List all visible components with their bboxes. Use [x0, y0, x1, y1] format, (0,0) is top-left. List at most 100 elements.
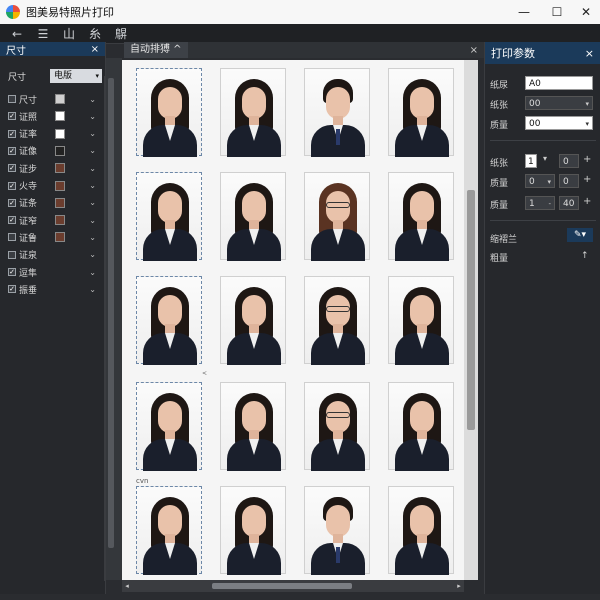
id-photo[interactable]: [388, 68, 454, 157]
chevron-down-icon[interactable]: ⌄: [89, 216, 96, 225]
chevron-down-icon[interactable]: ⌄: [89, 129, 96, 138]
color-swatch[interactable]: [55, 232, 65, 243]
id-photo[interactable]: [220, 382, 286, 471]
chevron-down-icon[interactable]: ⌄: [89, 146, 96, 155]
checkbox[interactable]: ✓: [8, 129, 16, 138]
size-list-item[interactable]: ✓ 火寺 ⌄: [8, 179, 102, 193]
size-list-item[interactable]: ✓ 证步 ⌄: [8, 161, 102, 175]
checkbox[interactable]: ✓: [8, 198, 16, 207]
id-photo[interactable]: [304, 172, 370, 261]
id-photo[interactable]: [304, 486, 370, 575]
size-select[interactable]: 电版 ▾: [50, 69, 102, 83]
copies-input[interactable]: 1: [525, 154, 537, 168]
list-icon[interactable]: ☰: [30, 25, 56, 43]
maximize-button[interactable]: ☐: [543, 2, 571, 22]
checkbox[interactable]: ✓: [8, 181, 16, 190]
grid-layout-icon[interactable]: 糸: [82, 25, 108, 43]
id-photo[interactable]: [136, 68, 202, 157]
print-params-close-icon[interactable]: ×: [585, 47, 594, 60]
qr-icon[interactable]: 鵿: [108, 25, 134, 43]
id-photo[interactable]: [388, 276, 454, 365]
chevron-down-icon[interactable]: ⌄: [89, 164, 96, 173]
plus-icon[interactable]: +: [583, 174, 591, 185]
color-swatch[interactable]: [55, 180, 65, 191]
color-swatch[interactable]: [55, 94, 65, 104]
chevron-down-icon[interactable]: ⌄: [89, 181, 96, 190]
mountain-icon[interactable]: 山: [56, 25, 82, 43]
checkbox[interactable]: [8, 250, 16, 259]
size-list-item[interactable]: ✓ 逗隼 ⌄: [8, 265, 102, 279]
paper-type-select[interactable]: 00 ▾: [525, 96, 593, 110]
checkbox[interactable]: ✓: [8, 164, 16, 173]
tab-close-icon[interactable]: ×: [470, 45, 478, 56]
color-swatch[interactable]: [55, 111, 65, 122]
id-photo[interactable]: [220, 486, 286, 575]
quality-select[interactable]: 00 ▾: [525, 116, 593, 130]
tab-auto-layout[interactable]: 自动排猼 ^: [124, 42, 188, 58]
size-list-item[interactable]: ✓ 振垂 ⌄: [8, 282, 102, 296]
id-photo[interactable]: [136, 172, 202, 261]
id-photo[interactable]: [304, 382, 370, 471]
color-swatch[interactable]: [55, 145, 65, 156]
id-photo[interactable]: [136, 276, 202, 365]
size-list-item[interactable]: ✓ 证像 ⌄: [8, 144, 102, 158]
quality-2-input[interactable]: 0 ▾: [525, 174, 555, 188]
size-panel-close-icon[interactable]: ×: [91, 44, 99, 55]
checkbox[interactable]: [8, 233, 16, 242]
caret-down-icon[interactable]: ▾: [543, 154, 547, 163]
quality-3-input[interactable]: 1-: [525, 196, 555, 210]
quality-2-offset-input[interactable]: 0: [559, 174, 579, 188]
checkbox[interactable]: [8, 95, 16, 103]
center-left-scrollbar[interactable]: [106, 58, 122, 580]
color-swatch[interactable]: [55, 215, 65, 226]
color-swatch[interactable]: [55, 163, 65, 174]
pen-icon[interactable]: ✎▾: [567, 228, 593, 242]
size-list-item[interactable]: 证泉 ⌄: [8, 248, 102, 262]
chevron-down-icon[interactable]: ⌄: [89, 285, 96, 294]
id-photo[interactable]: [220, 172, 286, 261]
id-photo[interactable]: [220, 68, 286, 157]
chevron-down-icon[interactable]: ⌄: [89, 268, 96, 277]
close-button[interactable]: ✕: [572, 2, 600, 22]
sheet-horizontal-scrollbar[interactable]: ◂ ▸: [122, 580, 464, 592]
id-photo[interactable]: [304, 68, 370, 157]
size-list-item[interactable]: 尺寸 ⌄: [8, 92, 102, 106]
size-list-item[interactable]: ✓ 证条 ⌄: [8, 196, 102, 210]
back-icon[interactable]: ←: [4, 25, 30, 43]
chevron-down-icon[interactable]: ⌄: [89, 95, 96, 104]
quality-3-offset-input[interactable]: 40: [559, 196, 579, 210]
sheet-scrollbar-thumb[interactable]: [467, 190, 475, 430]
color-swatch[interactable]: [55, 197, 65, 208]
id-photo[interactable]: [136, 486, 202, 575]
sheet-scrollbar[interactable]: [464, 60, 478, 580]
plus-icon[interactable]: +: [583, 154, 591, 165]
id-photo[interactable]: [388, 382, 454, 471]
id-photo[interactable]: [304, 276, 370, 365]
id-photo[interactable]: [388, 172, 454, 261]
scroll-right-icon[interactable]: ▸: [454, 580, 464, 592]
chevron-down-icon[interactable]: ⌄: [89, 233, 96, 242]
size-list-item[interactable]: 证鲁 ⌄: [8, 230, 102, 244]
checkbox[interactable]: ✓: [8, 146, 16, 155]
checkbox[interactable]: ✓: [8, 112, 16, 121]
chevron-down-icon[interactable]: ⌄: [89, 250, 96, 259]
size-list-item[interactable]: ✓ 证窄 ⌄: [8, 213, 102, 227]
id-photo[interactable]: [136, 382, 202, 471]
checkbox[interactable]: ✓: [8, 268, 16, 276]
checkbox[interactable]: ✓: [8, 285, 16, 294]
size-list-item[interactable]: ✓ 证率 ⌄: [8, 127, 102, 141]
id-photo[interactable]: [220, 276, 286, 365]
chevron-down-icon[interactable]: ⌄: [89, 198, 96, 207]
id-photo[interactable]: [388, 486, 454, 575]
paper-input[interactable]: A0: [525, 76, 593, 90]
checkbox[interactable]: ✓: [8, 216, 16, 225]
size-list-item[interactable]: ✓ 证照 ⌄: [8, 109, 102, 123]
color-swatch[interactable]: [55, 128, 65, 139]
horizontal-scrollbar-thumb[interactable]: [212, 583, 352, 589]
copies-offset-input[interactable]: 0: [559, 154, 579, 168]
minimize-button[interactable]: —: [510, 2, 538, 22]
scroll-left-icon[interactable]: ◂: [122, 580, 132, 592]
chevron-down-icon[interactable]: ⌄: [89, 112, 96, 121]
plus-icon[interactable]: +: [583, 196, 591, 207]
arrow-up-icon[interactable]: ↑: [581, 251, 589, 261]
